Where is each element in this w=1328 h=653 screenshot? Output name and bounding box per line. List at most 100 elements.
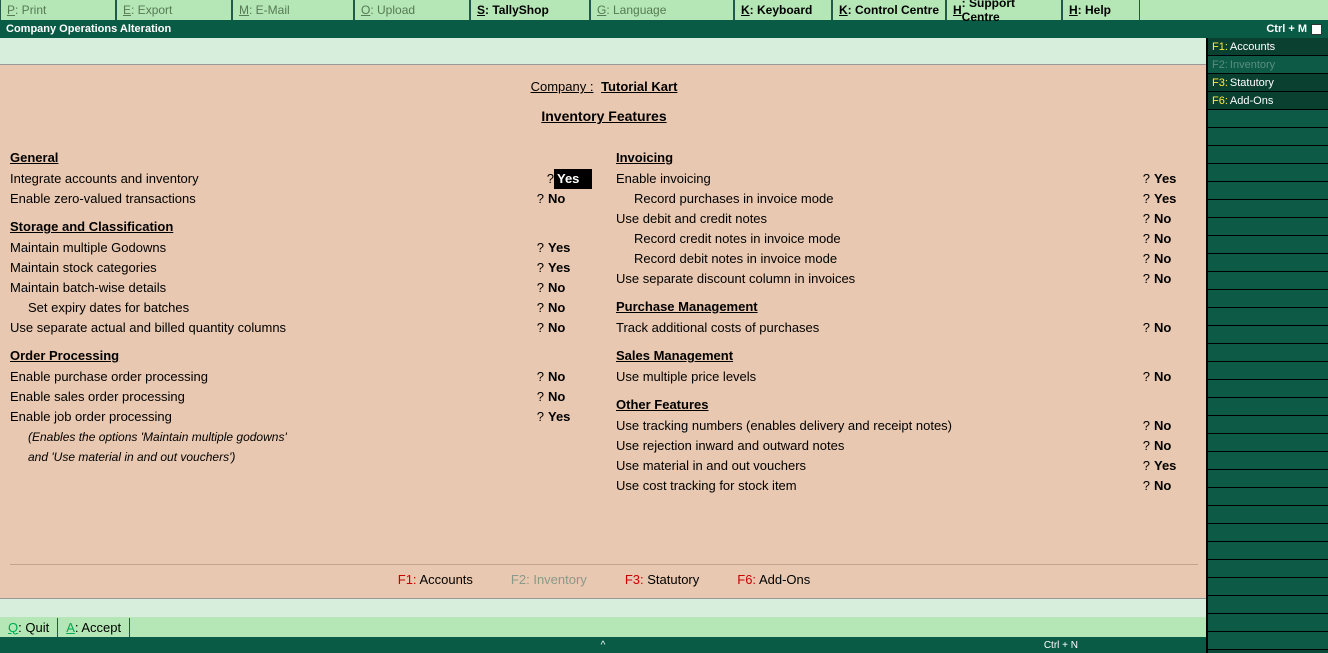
row-discount[interactable]: Use separate discount column in invoices… [616, 269, 1198, 289]
row-tracking[interactable]: Use tracking numbers (enables delivery a… [616, 416, 1198, 436]
top-menu: P: Print E: Export M: E-Mail O: Upload S… [0, 0, 1328, 20]
menu-control-centre[interactable]: K: Control Centre [832, 0, 946, 20]
side-empty [1208, 506, 1328, 524]
fn-f6[interactable]: F6: Add-Ons [737, 572, 810, 587]
section-purchase: Purchase Management [616, 299, 1198, 314]
side-empty [1208, 524, 1328, 542]
job-note-1: (Enables the options 'Maintain multiple … [10, 427, 287, 447]
title-shortcut: Ctrl + M [1266, 23, 1307, 35]
side-empty [1208, 272, 1328, 290]
side-empty [1208, 488, 1328, 506]
side-empty [1208, 164, 1328, 182]
row-zero[interactable]: Enable zero-valued transactions ? No [10, 189, 592, 209]
side-empty [1208, 218, 1328, 236]
side-empty [1208, 128, 1328, 146]
left-column: General Integrate accounts and inventory… [10, 140, 592, 558]
bottom-quit[interactable]: Q: Quit [0, 618, 58, 637]
content-area: Company : Tutorial Kart Inventory Featur… [0, 64, 1206, 599]
side-empty [1208, 146, 1328, 164]
row-track-costs[interactable]: Track additional costs of purchases ? No [616, 318, 1198, 338]
side-empty [1208, 398, 1328, 416]
side-empty [1208, 452, 1328, 470]
fn-f1[interactable]: F1: Accounts [398, 572, 473, 587]
company-name: Tutorial Kart [601, 79, 677, 94]
menu-language[interactable]: G: Language [590, 0, 734, 20]
section-order: Order Processing [10, 348, 592, 363]
gap-top [0, 38, 1206, 64]
fn-f3[interactable]: F3: Statutory [625, 572, 699, 587]
row-record-purchases[interactable]: Record purchases in invoice mode ? Yes [616, 189, 1198, 209]
function-keys-inline: F1: Accounts F2: Inventory F3: Statutory… [10, 564, 1198, 594]
section-storage: Storage and Classification [10, 219, 592, 234]
row-material[interactable]: Use material in and out vouchers ? Yes [616, 456, 1198, 476]
row-actual[interactable]: Use separate actual and billed quantity … [10, 318, 592, 338]
side-empty [1208, 344, 1328, 362]
side-empty [1208, 614, 1328, 632]
field-integrate-value[interactable]: Yes [554, 169, 592, 189]
bottom-strip: ^ Ctrl + N [0, 637, 1206, 653]
side-empty [1208, 200, 1328, 218]
menu-help[interactable]: H: Help [1062, 0, 1140, 20]
job-note-2: and 'Use material in and out vouchers') [10, 447, 235, 467]
side-empty [1208, 434, 1328, 452]
section-invoicing: Invoicing [616, 150, 1198, 165]
side-empty [1208, 290, 1328, 308]
row-enable-invoicing[interactable]: Enable invoicing ? Yes [616, 169, 1198, 189]
side-empty [1208, 254, 1328, 272]
menu-print[interactable]: P: Print [0, 0, 116, 20]
menu-keyboard[interactable]: K: Keyboard [734, 0, 832, 20]
side-f6-addons[interactable]: F6: Add-Ons [1208, 92, 1328, 110]
gap-bottom [0, 599, 1206, 617]
side-empty [1208, 326, 1328, 344]
menu-export[interactable]: E: Export [116, 0, 232, 20]
section-other: Other Features [616, 397, 1198, 412]
side-empty [1208, 632, 1328, 650]
row-godowns[interactable]: Maintain multiple Godowns ? Yes [10, 238, 592, 258]
side-f1-accounts[interactable]: F1: Accounts [1208, 38, 1328, 56]
side-f2-inventory: F2: Inventory [1208, 56, 1328, 74]
side-empty [1208, 578, 1328, 596]
title-text: Company Operations Alteration [6, 23, 171, 35]
side-empty [1208, 110, 1328, 128]
window-toggle-icon[interactable] [1311, 24, 1322, 35]
menu-upload[interactable]: O: Upload [354, 0, 470, 20]
menu-support-centre[interactable]: H: Support Centre [946, 0, 1062, 20]
row-debit-notes[interactable]: Record debit notes in invoice mode ? No [616, 249, 1198, 269]
bottom-accept[interactable]: A: Accept [58, 618, 130, 637]
menu-email[interactable]: M: E-Mail [232, 0, 354, 20]
side-empty [1208, 596, 1328, 614]
menu-tallyshop[interactable]: S: TallyShop [470, 0, 590, 20]
row-integrate[interactable]: Integrate accounts and inventory ? Yes [10, 169, 592, 189]
side-f3-statutory[interactable]: F3: Statutory [1208, 74, 1328, 92]
side-empty [1208, 560, 1328, 578]
fn-f2: F2: Inventory [511, 572, 587, 587]
title-bar: Company Operations Alteration Ctrl + M [0, 20, 1328, 38]
row-rejection[interactable]: Use rejection inward and outward notes ?… [616, 436, 1198, 456]
side-empty [1208, 416, 1328, 434]
side-empty [1208, 380, 1328, 398]
row-debit-credit[interactable]: Use debit and credit notes ? No [616, 209, 1198, 229]
section-sales: Sales Management [616, 348, 1198, 363]
side-empty [1208, 542, 1328, 560]
side-empty [1208, 182, 1328, 200]
bottom-bar: Q: Quit A: Accept [0, 617, 1206, 637]
row-sales-order[interactable]: Enable sales order processing ? No [10, 387, 592, 407]
row-stockcat[interactable]: Maintain stock categories ? Yes [10, 258, 592, 278]
side-empty [1208, 470, 1328, 488]
row-job-order[interactable]: Enable job order processing ? Yes [10, 407, 592, 427]
row-batch[interactable]: Maintain batch-wise details ? No [10, 278, 592, 298]
row-cost-tracking[interactable]: Use cost tracking for stock item ? No [616, 476, 1198, 496]
caret-up-icon: ^ [601, 640, 606, 651]
side-empty [1208, 236, 1328, 254]
page-heading: Inventory Features [10, 108, 1198, 124]
side-empty [1208, 362, 1328, 380]
section-general: General [10, 150, 592, 165]
row-price-levels[interactable]: Use multiple price levels ? No [616, 367, 1198, 387]
company-label: Company : [531, 79, 594, 94]
strip-shortcut: Ctrl + N [1044, 640, 1078, 651]
row-credit-notes[interactable]: Record credit notes in invoice mode ? No [616, 229, 1198, 249]
row-batch-sub[interactable]: Set expiry dates for batches ? No [10, 298, 592, 318]
row-purchase-order[interactable]: Enable purchase order processing ? No [10, 367, 592, 387]
right-column: Invoicing Enable invoicing ? Yes Record … [616, 140, 1198, 558]
side-empty [1208, 308, 1328, 326]
